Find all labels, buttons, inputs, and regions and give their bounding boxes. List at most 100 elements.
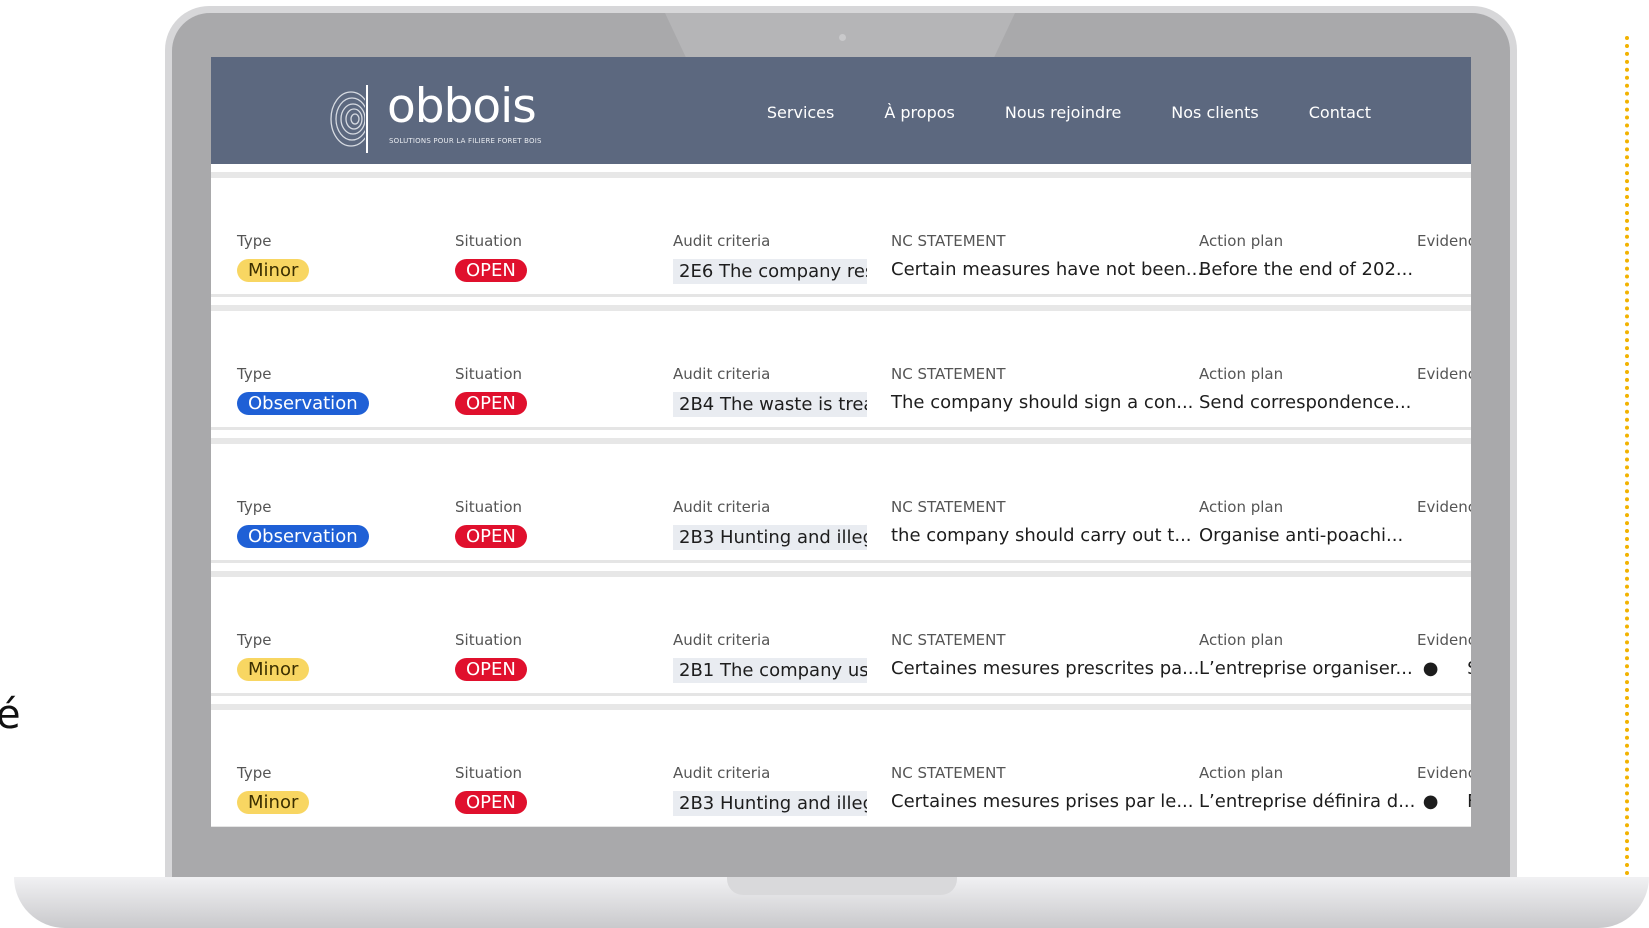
evidence-cell: Evidence ● S bbox=[1417, 631, 1471, 679]
evidence-value: ● S bbox=[1417, 658, 1471, 679]
type-badge: Minor bbox=[237, 658, 310, 681]
action-value: Before the end of 202... bbox=[1199, 259, 1414, 280]
evidence-text: F bbox=[1467, 791, 1471, 812]
nc-list: Type Minor Situation OPEN Audit criteria… bbox=[211, 172, 1471, 827]
nav-link-services[interactable]: Services bbox=[767, 103, 834, 122]
brand-logo[interactable]: obbois bbox=[387, 83, 537, 130]
evidence-cell: Evidence bbox=[1417, 232, 1471, 250]
statement-cell: NC STATEMENT Certaines mesures prescrite… bbox=[891, 631, 1199, 679]
statement-cell: NC STATEMENT the company should carry ou… bbox=[891, 498, 1192, 546]
brand-tagline: SOLUTIONS POUR LA FILIERE FORET BOIS bbox=[389, 137, 542, 145]
nav-link-nos-clients[interactable]: Nos clients bbox=[1171, 103, 1258, 122]
statement-value: Certain measures have not been... bbox=[891, 259, 1204, 280]
action-cell: Action plan L’entreprise organiser... bbox=[1199, 631, 1413, 679]
criteria-cell: Audit criteria 2E6 The company responds bbox=[673, 232, 867, 284]
action-label: Action plan bbox=[1199, 498, 1284, 516]
criteria-label: Audit criteria bbox=[673, 232, 771, 250]
criteria-value: 2B3 Hunting and illegal bbox=[673, 525, 867, 550]
nc-row[interactable]: Type Minor Situation OPEN Audit criteria… bbox=[211, 571, 1471, 696]
nav-links: Services À propos Nous rejoindre Nos cli… bbox=[767, 103, 1371, 122]
situation-cell: Situation OPEN bbox=[455, 365, 527, 415]
criteria-label: Audit criteria bbox=[673, 764, 771, 782]
action-cell: Action plan Organise anti-poachi... bbox=[1199, 498, 1403, 546]
action-value: L’entreprise définira d... bbox=[1199, 791, 1416, 812]
statement-label: NC STATEMENT bbox=[891, 498, 1006, 516]
action-label: Action plan bbox=[1199, 365, 1284, 383]
action-value: Organise anti-poachi... bbox=[1199, 525, 1404, 546]
situation-label: Situation bbox=[455, 498, 523, 516]
evidence-label: Evidence bbox=[1417, 631, 1471, 649]
bullet-icon: ● bbox=[1422, 791, 1439, 812]
evidence-label: Evidence bbox=[1417, 764, 1471, 782]
type-label: Type bbox=[237, 631, 272, 649]
situation-label: Situation bbox=[455, 631, 523, 649]
type-cell: Type Observation bbox=[237, 498, 369, 548]
status-badge: OPEN bbox=[455, 525, 527, 548]
action-cell: Action plan Before the end of 202... bbox=[1199, 232, 1413, 280]
type-label: Type bbox=[237, 764, 272, 782]
situation-label: Situation bbox=[455, 764, 523, 782]
criteria-value: 2B1 The company use t bbox=[673, 658, 867, 683]
evidence-label: Evidence bbox=[1417, 365, 1471, 383]
statement-label: NC STATEMENT bbox=[891, 365, 1006, 383]
type-cell: Type Minor bbox=[237, 232, 310, 282]
situation-cell: Situation OPEN bbox=[455, 232, 527, 282]
status-badge: OPEN bbox=[455, 791, 527, 814]
situation-label: Situation bbox=[455, 365, 523, 383]
action-cell: Action plan Send correspondence... bbox=[1199, 365, 1411, 413]
statement-label: NC STATEMENT bbox=[891, 631, 1006, 649]
nc-row[interactable]: Type Minor Situation OPEN Audit criteria… bbox=[211, 172, 1471, 297]
criteria-cell: Audit criteria 2B3 Hunting and illegal bbox=[673, 764, 867, 816]
action-cell: Action plan L’entreprise définira d... bbox=[1199, 764, 1415, 812]
nav-link-nous-rejoindre[interactable]: Nous rejoindre bbox=[1005, 103, 1121, 122]
statement-cell: NC STATEMENT Certaines mesures prises pa… bbox=[891, 764, 1193, 812]
evidence-cell: Evidence bbox=[1417, 498, 1471, 516]
type-badge: Observation bbox=[237, 392, 369, 415]
criteria-label: Audit criteria bbox=[673, 631, 771, 649]
status-badge: OPEN bbox=[455, 658, 527, 681]
statement-cell: NC STATEMENT The company should sign a c… bbox=[891, 365, 1193, 413]
evidence-value: ● F bbox=[1417, 791, 1471, 812]
top-navbar: obbois SOLUTIONS POUR LA FILIERE FORET B… bbox=[211, 57, 1471, 164]
type-badge: Observation bbox=[237, 525, 369, 548]
nc-row[interactable]: Type Minor Situation OPEN Audit criteria… bbox=[211, 704, 1471, 827]
evidence-cell: Evidence bbox=[1417, 365, 1471, 383]
criteria-cell: Audit criteria 2B3 Hunting and illegal bbox=[673, 498, 867, 550]
type-cell: Type Minor bbox=[237, 631, 310, 681]
action-label: Action plan bbox=[1199, 631, 1284, 649]
nc-row[interactable]: Type Observation Situation OPEN Audit cr… bbox=[211, 305, 1471, 430]
situation-label: Situation bbox=[455, 232, 523, 250]
nav-link-contact[interactable]: Contact bbox=[1309, 103, 1371, 122]
type-badge: Minor bbox=[237, 791, 310, 814]
criteria-value: 2B3 Hunting and illegal bbox=[673, 791, 867, 816]
bullet-icon: ● bbox=[1422, 658, 1439, 679]
status-badge: OPEN bbox=[455, 259, 527, 282]
camera-icon bbox=[839, 34, 846, 41]
nc-row[interactable]: Type Observation Situation OPEN Audit cr… bbox=[211, 438, 1471, 563]
criteria-label: Audit criteria bbox=[673, 365, 771, 383]
nav-link-a-propos[interactable]: À propos bbox=[884, 103, 954, 122]
evidence-text: S bbox=[1467, 658, 1471, 679]
type-cell: Type Minor bbox=[237, 764, 310, 814]
statement-value: Certaines mesures prises par le... bbox=[891, 791, 1194, 812]
criteria-cell: Audit criteria 2B4 The waste is treated bbox=[673, 365, 867, 417]
criteria-value: 2B4 The waste is treated bbox=[673, 392, 867, 417]
statement-value: The company should sign a con... bbox=[891, 392, 1194, 413]
type-badge: Minor bbox=[237, 259, 310, 282]
tree-rings-logo-icon[interactable] bbox=[325, 83, 371, 155]
type-cell: Type Observation bbox=[237, 365, 369, 415]
evidence-label: Evidence bbox=[1417, 498, 1471, 516]
clipped-text-fragment: é bbox=[0, 692, 21, 738]
statement-cell: NC STATEMENT Certain measures have not b… bbox=[891, 232, 1203, 280]
action-value: L’entreprise organiser... bbox=[1199, 658, 1413, 679]
statement-label: NC STATEMENT bbox=[891, 232, 1006, 250]
statement-value: Certaines mesures prescrites pa... bbox=[891, 658, 1200, 679]
action-label: Action plan bbox=[1199, 232, 1284, 250]
type-label: Type bbox=[237, 498, 272, 516]
situation-cell: Situation OPEN bbox=[455, 498, 527, 548]
action-value: Send correspondence... bbox=[1199, 392, 1412, 413]
evidence-cell: Evidence ● F bbox=[1417, 764, 1471, 812]
app-screen: obbois SOLUTIONS POUR LA FILIERE FORET B… bbox=[211, 57, 1471, 827]
situation-cell: Situation OPEN bbox=[455, 631, 527, 681]
evidence-label: Evidence bbox=[1417, 232, 1471, 250]
